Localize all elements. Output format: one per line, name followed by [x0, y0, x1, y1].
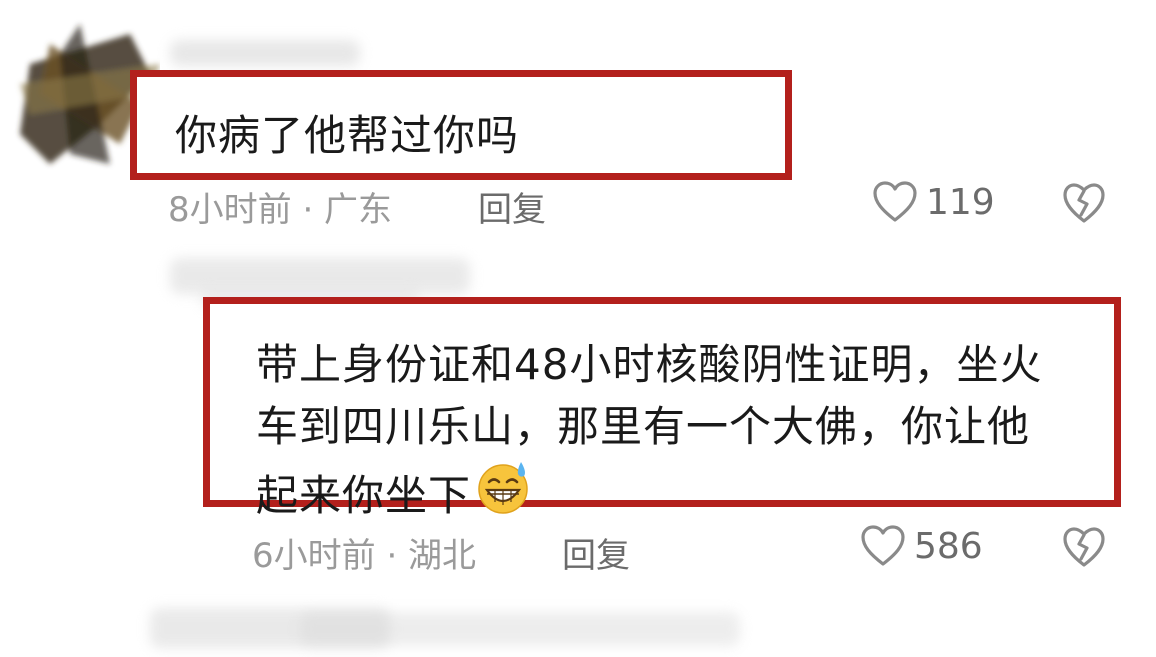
heart-outline-icon [872, 180, 918, 224]
reply-username-scribbled [170, 258, 470, 294]
grinning-sweat-emoji-icon [475, 458, 533, 533]
comment-2-highlight: 带上身份证和48小时核酸阴性证明，坐火 车到四川乐山，那里有一个大佛，你让他 起… [203, 297, 1121, 520]
comment-1-text: 你病了他帮过你吗 [175, 111, 520, 160]
next-comment-scribbled-2 [300, 612, 740, 646]
comment-2-time-location: 6小时前 · 湖北 [252, 536, 477, 576]
comment-1-reply-button[interactable]: 回复 [478, 182, 546, 231]
comment-2-line-3: 起来你坐下 [256, 458, 1114, 533]
heart-outline-icon [860, 524, 906, 568]
comment-2-like-count: 586 [914, 525, 983, 567]
broken-heart-icon[interactable] [1062, 182, 1106, 224]
broken-heart-icon[interactable] [1062, 526, 1106, 568]
comment-2-like-button[interactable]: 586 [860, 524, 983, 568]
username-scribbled [170, 40, 360, 66]
comment-2-line-3-text: 起来你坐下 [256, 470, 472, 520]
comment-2-reply-button[interactable]: 回复 [562, 528, 630, 577]
comment-2-line-2: 车到四川乐山，那里有一个大佛，你让他 [256, 402, 1031, 451]
comment-1-time-location: 8小时前 · 广东 [168, 190, 393, 230]
comment-1-highlight: 你病了他帮过你吗 [130, 70, 792, 180]
comment-1-like-button[interactable]: 119 [872, 180, 995, 224]
comment-thread: 你病了他帮过你吗 8小时前 · 广东 回复 119 带上身份证和48小时核酸阴性… [0, 0, 1156, 657]
comment-1-like-count: 119 [926, 181, 995, 223]
comment-2-line-1: 带上身份证和48小时核酸阴性证明，坐火 [256, 340, 1043, 389]
